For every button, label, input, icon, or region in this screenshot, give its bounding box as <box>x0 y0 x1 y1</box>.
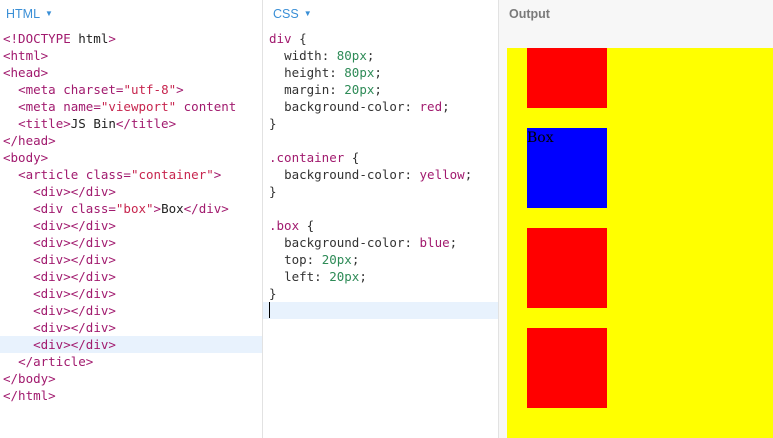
css-code-line[interactable]: .box { <box>269 217 498 234</box>
html-code-line[interactable]: <meta name="viewport" content <box>3 98 262 115</box>
html-editor-pane: HTML ▼ <!DOCTYPE html> <html> <head> <meta … <box>0 0 263 438</box>
html-code-line[interactable]: <div></div> <box>3 183 262 200</box>
html-code-line[interactable]: <title>JS Bin</title> <box>3 115 262 132</box>
html-code-line[interactable]: <div></div> <box>3 285 262 302</box>
text-cursor <box>269 302 270 318</box>
html-code-line[interactable]: </body> <box>3 370 262 387</box>
css-code-line[interactable]: height: 80px; <box>269 64 498 81</box>
css-editor-pane: CSS ▼ div { width: 80px; height: 80px; ma… <box>263 0 499 438</box>
css-code-line[interactable]: left: 20px; <box>269 268 498 285</box>
html-code-line[interactable]: <div></div> <box>3 302 262 319</box>
html-code-line[interactable]: <meta charset="utf-8"> <box>3 81 262 98</box>
css-code-line[interactable] <box>263 302 498 319</box>
css-code-line[interactable]: top: 20px; <box>269 251 498 268</box>
chevron-down-icon[interactable]: ▼ <box>45 9 53 18</box>
output-pane-header: Output <box>499 0 773 28</box>
html-code-line[interactable]: <div></div> <box>3 319 262 336</box>
html-pane-title[interactable]: HTML <box>6 7 40 21</box>
chevron-down-icon[interactable]: ▼ <box>304 9 312 18</box>
css-code-line[interactable]: background-color: blue; <box>269 234 498 251</box>
css-code-line[interactable]: div { <box>269 30 498 47</box>
css-code-line[interactable]: background-color: yellow; <box>269 166 498 183</box>
html-code-line[interactable]: <html> <box>3 47 262 64</box>
html-code-line[interactable]: </html> <box>3 387 262 404</box>
css-pane-title[interactable]: CSS <box>273 7 299 21</box>
html-code-line[interactable]: <head> <box>3 64 262 81</box>
css-code-line[interactable] <box>269 200 498 217</box>
css-code-editor[interactable]: div { width: 80px; height: 80px; margin:… <box>263 30 498 319</box>
html-code-line[interactable]: <article class="container"> <box>3 166 262 183</box>
css-code-line[interactable]: margin: 20px; <box>269 81 498 98</box>
css-code-line[interactable] <box>269 132 498 149</box>
rendered-div <box>527 328 607 408</box>
css-code-line[interactable]: } <box>269 115 498 132</box>
rendered-article-container: Box <box>507 48 773 438</box>
html-code-line[interactable]: <div></div> <box>3 268 262 285</box>
output-pane-title: Output <box>509 7 550 21</box>
css-code-line[interactable]: } <box>269 285 498 302</box>
css-code-line[interactable]: width: 80px; <box>269 47 498 64</box>
html-code-line[interactable]: <div></div> <box>0 336 262 353</box>
rendered-box-div: Box <box>527 128 607 208</box>
rendered-div <box>527 48 607 108</box>
html-code-line[interactable]: </article> <box>3 353 262 370</box>
html-code-editor[interactable]: <!DOCTYPE html> <html> <head> <meta charse… <box>0 30 262 404</box>
output-frame[interactable]: Box <box>507 48 773 438</box>
html-code-line[interactable]: <div class="box">Box</div> <box>3 200 262 217</box>
css-pane-header[interactable]: CSS ▼ <box>263 0 498 28</box>
html-pane-header[interactable]: HTML ▼ <box>0 0 262 28</box>
html-code-line[interactable]: <div></div> <box>3 217 262 234</box>
css-code-line[interactable]: } <box>269 183 498 200</box>
html-code-line[interactable]: <div></div> <box>3 251 262 268</box>
css-code-line[interactable]: .container { <box>269 149 498 166</box>
html-code-line[interactable]: <div></div> <box>3 234 262 251</box>
html-code-line[interactable]: </head> <box>3 132 262 149</box>
output-pane: Output Box <box>499 0 773 438</box>
html-code-line[interactable]: <!DOCTYPE html> <box>3 30 262 47</box>
html-code-line[interactable]: <body> <box>3 149 262 166</box>
css-code-line[interactable]: background-color: red; <box>269 98 498 115</box>
rendered-div <box>527 228 607 308</box>
